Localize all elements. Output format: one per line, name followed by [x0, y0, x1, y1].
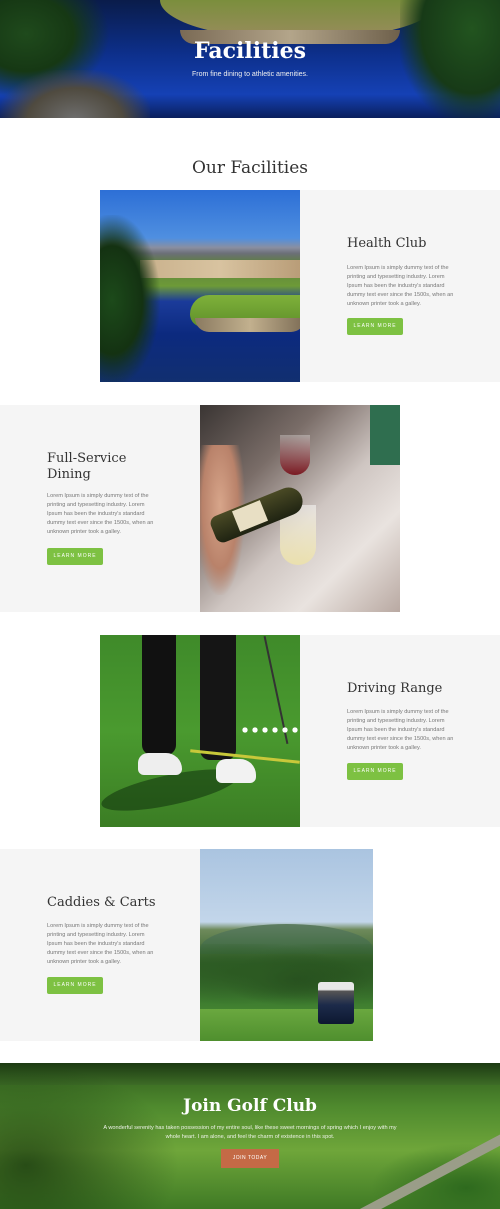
golf-balls [240, 725, 300, 739]
caddies-title: Caddies & Carts [47, 895, 156, 910]
golf-cart [318, 982, 354, 1024]
palm-tree [100, 215, 160, 382]
driving-range-title: Driving Range [347, 681, 443, 696]
page-title: Facilities [193, 38, 307, 64]
driving-range-image [100, 635, 300, 827]
join-title: Join Golf Club [183, 1096, 317, 1116]
caddies-image [200, 849, 373, 1041]
driving-range-description: Lorem Ipsum is simply dummy text of the … [347, 709, 454, 751]
golfer-leg-left [142, 635, 176, 755]
join-text: A wonderful serenity has taken possessio… [103, 1125, 397, 1140]
golfer-leg-right [200, 635, 236, 760]
caddies-learn-more-button[interactable]: LEARN MORE [47, 977, 103, 994]
health-club-title: Health Club [347, 236, 427, 251]
health-club-learn-more-button[interactable]: LEARN MORE [347, 318, 403, 335]
dining-description: Lorem Ipsum is simply dummy text of the … [47, 493, 154, 535]
resort-building [140, 260, 300, 278]
red-wine-glass [280, 435, 310, 475]
join-today-button[interactable]: JOIN TODAY [221, 1149, 279, 1168]
rock-edge [195, 318, 300, 332]
dining-title: Full-Service Dining [47, 451, 127, 482]
driving-range-learn-more-button[interactable]: LEARN MORE [347, 763, 403, 780]
golf-shoe-left [138, 753, 182, 775]
dining-image [200, 405, 400, 612]
dining-learn-more-button[interactable]: LEARN MORE [47, 548, 103, 565]
page-subtitle: From fine dining to athletic amenities. [192, 71, 308, 78]
golf-shoe-right [216, 759, 256, 783]
health-club-image [100, 190, 300, 382]
section-title: Our Facilities [191, 158, 309, 178]
sleeve [370, 405, 400, 465]
health-club-description: Lorem Ipsum is simply dummy text of the … [347, 265, 454, 307]
caddies-description: Lorem Ipsum is simply dummy text of the … [47, 923, 154, 965]
